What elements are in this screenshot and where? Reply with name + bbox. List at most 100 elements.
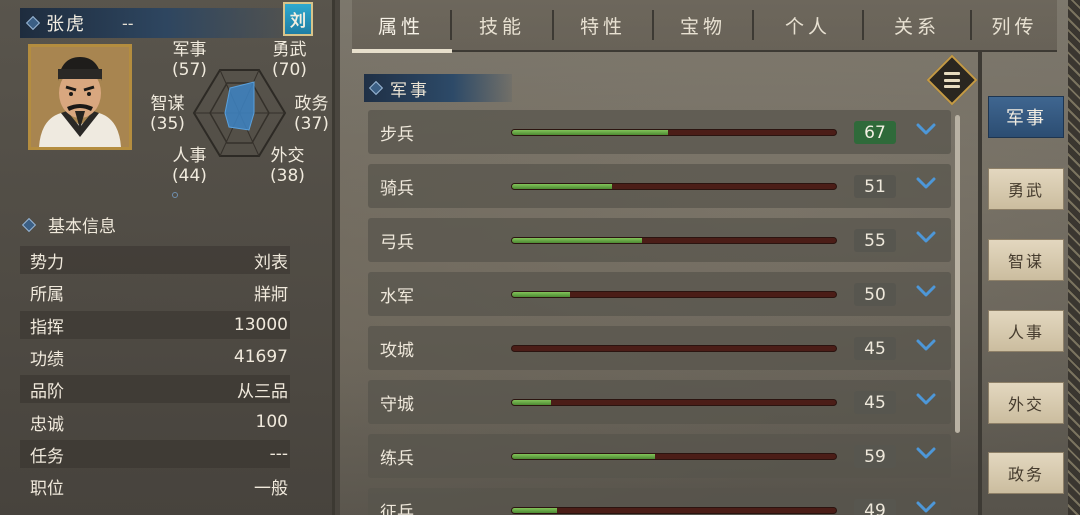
side-button-politics[interactable]: 政务 [988, 452, 1064, 494]
tab-skills[interactable]: 技能 [452, 10, 554, 40]
side-button-strategy[interactable]: 智谋 [988, 239, 1064, 281]
stat-bar-fill [512, 238, 642, 243]
tab-relations[interactable]: 关系 [864, 10, 972, 40]
stat-label: 步兵 [380, 124, 414, 145]
general-name: 张虎 [46, 14, 86, 35]
diamond-icon [21, 217, 37, 232]
general-portrait[interactable] [28, 44, 132, 150]
radar-dot-icon [172, 192, 178, 198]
stat-bar [511, 129, 837, 136]
side-divider [978, 52, 982, 515]
stat-bar-fill [512, 184, 613, 189]
chevron-down-icon[interactable] [916, 446, 936, 460]
chevron-down-icon[interactable] [916, 392, 936, 406]
radar-personnel-value: (44) [172, 166, 207, 186]
info-row: 指挥 13000 [20, 311, 290, 339]
info-label: 任务 [30, 446, 64, 467]
tab-personal[interactable]: 个人 [754, 10, 864, 40]
stat-bar-fill [512, 292, 571, 297]
info-label: 忠诚 [30, 414, 64, 435]
tab-treasures[interactable]: 宝物 [654, 10, 754, 40]
stat-bar [511, 183, 837, 190]
info-value: 牂牁 [254, 284, 288, 305]
stat-label: 征兵 [380, 502, 414, 515]
portrait-image [31, 47, 129, 147]
stat-label: 攻城 [380, 340, 414, 361]
general-name-extra: -- [122, 13, 134, 33]
radar-politics: 政务 (37) [294, 94, 329, 134]
active-tab-indicator [352, 49, 452, 53]
section-header: 军事 [364, 74, 512, 102]
list-icon [940, 69, 964, 91]
tab-biography[interactable]: 列传 [972, 10, 1057, 40]
stat-value: 51 [854, 175, 896, 198]
info-label: 功绩 [30, 349, 64, 370]
info-row: 忠诚 100 [20, 408, 290, 436]
basic-info-header: 基本信息 [21, 212, 116, 237]
stat-value: 50 [854, 283, 896, 306]
diamond-icon [25, 15, 41, 31]
info-label: 职位 [30, 478, 64, 499]
tab-traits[interactable]: 特性 [554, 10, 654, 40]
stat-value: 49 [854, 499, 896, 515]
info-row: 职位 一般 [20, 472, 290, 500]
chevron-down-icon[interactable] [916, 176, 936, 190]
info-label: 所属 [30, 284, 64, 305]
diamond-icon [368, 80, 384, 96]
info-label: 势力 [30, 252, 64, 273]
radar-strategy-label: 智谋 [150, 94, 185, 114]
info-value: 13000 [233, 315, 288, 335]
info-row: 品阶 从三品 [20, 375, 290, 403]
info-value: 从三品 [237, 381, 288, 402]
stat-bar [511, 345, 837, 352]
chevron-down-icon[interactable] [916, 338, 936, 352]
chevron-down-icon[interactable] [916, 122, 936, 136]
info-label: 品阶 [30, 381, 64, 402]
scrollbar[interactable] [955, 115, 960, 433]
stat-bar-fill [512, 454, 655, 459]
stat-bar [511, 291, 837, 298]
radar-chart [192, 69, 287, 157]
faction-flag[interactable]: 刘 [283, 2, 313, 36]
side-button-military[interactable]: 军事 [988, 96, 1064, 138]
info-row: 所属 牂牁 [20, 278, 290, 306]
stat-row: 水军 50 [368, 272, 951, 316]
section-title: 军事 [390, 80, 430, 101]
side-button-valor[interactable]: 勇武 [988, 168, 1064, 210]
faction-flag-label: 刘 [289, 11, 306, 30]
stat-row: 练兵 59 [368, 434, 951, 478]
tab-attributes[interactable]: 属性 [352, 10, 452, 40]
stat-row: 步兵 67 [368, 110, 951, 154]
radar-politics-value: (37) [294, 114, 329, 134]
side-button-personnel[interactable]: 人事 [988, 310, 1064, 352]
info-row: 功绩 41697 [20, 343, 290, 371]
stat-row: 骑兵 51 [368, 164, 951, 208]
stat-label: 守城 [380, 394, 414, 415]
stat-bar-fill [512, 508, 558, 513]
stat-value: 67 [854, 121, 896, 144]
basic-info-title: 基本信息 [48, 217, 116, 237]
info-value: 一般 [254, 478, 288, 499]
stat-bar-fill [512, 400, 551, 405]
tab-bar: 属性 技能 特性 宝物 个人 关系 列传 [352, 0, 1057, 52]
stat-bar [511, 237, 837, 244]
radar-strategy-value: (35) [150, 114, 185, 134]
radar-politics-label: 政务 [294, 94, 329, 114]
stat-row: 征兵 49 [368, 488, 951, 515]
general-info-panel: 张虎 -- 刘 军事 (57) 勇武 (70) 智谋 (35) 政务 (37) … [0, 0, 340, 515]
info-value: 100 [255, 412, 288, 432]
stat-value: 55 [854, 229, 896, 252]
chevron-down-icon[interactable] [916, 284, 936, 298]
radar-diplomacy-value: (38) [270, 166, 305, 186]
stat-label: 水军 [380, 286, 414, 307]
info-label: 指挥 [30, 317, 64, 338]
stat-row: 攻城 45 [368, 326, 951, 370]
stat-bar-fill [512, 130, 668, 135]
side-button-diplomacy[interactable]: 外交 [988, 382, 1064, 424]
info-row: 任务 --- [20, 440, 290, 468]
stat-label: 弓兵 [380, 232, 414, 253]
info-row: 势力 刘表 [20, 246, 290, 274]
chevron-down-icon[interactable] [916, 230, 936, 244]
decorative-edge [1068, 0, 1080, 515]
chevron-down-icon[interactable] [916, 500, 936, 514]
